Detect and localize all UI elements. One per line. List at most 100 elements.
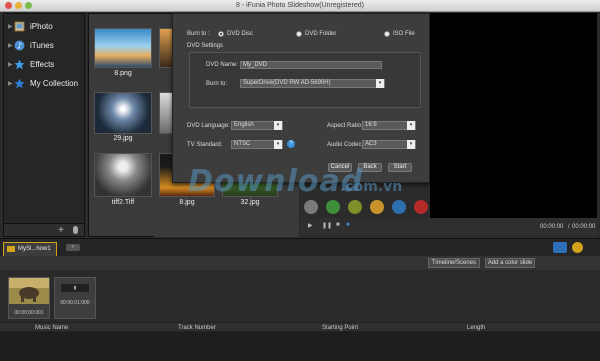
select-value: AC3: [365, 141, 377, 147]
timeline-scenes-button[interactable]: Timeline/Scenes: [428, 258, 480, 268]
clip-time: 00:00:00:001: [14, 310, 44, 316]
aspect-ratio-label: Aspect Ratio:: [327, 123, 363, 129]
chevron-down-icon: ▾: [407, 121, 415, 130]
dvd-settings-group: DVD Name: My_DVD Burn to: SuperDrive(DVD…: [189, 52, 421, 108]
microphone-icon[interactable]: [73, 226, 78, 234]
stop-icon[interactable]: ■: [336, 222, 340, 228]
color-swatch[interactable]: [326, 200, 340, 214]
media-caption: 8.png: [114, 70, 132, 77]
radio-button[interactable]: [218, 31, 224, 37]
sidebar-item-label: iTunes: [30, 40, 54, 50]
radio-button[interactable]: [384, 31, 390, 37]
total-time: 00:00:00: [572, 224, 596, 230]
select-value: SuperDrive(DVD RW AD-5690H): [243, 80, 331, 86]
radio-dvd-folder[interactable]: DVD Folder: [296, 31, 336, 37]
add-collection-button[interactable]: +: [58, 225, 64, 236]
sidebar-item-iphoto[interactable]: ▶ iPhoto: [8, 19, 84, 33]
media-caption: tiff2.Tiff: [111, 199, 135, 206]
chevron-down-icon: ▾: [376, 79, 384, 88]
dvd-name-label: DVD Name:: [206, 62, 239, 68]
tab-label: MySl...how1: [18, 246, 51, 252]
music-table-header: Music Name Track Number Starting Point L…: [0, 322, 600, 332]
window-title: 8 - iFunia Photo Slideshow(Unregistered): [235, 2, 364, 9]
tv-standard-label: TV Standard:: [187, 142, 223, 148]
timeline: 00:00:00:001 ▮ 00:00:01:000: [0, 270, 600, 322]
media-caption: 29.jpg: [113, 135, 133, 142]
radio-label: DVD Disc: [227, 31, 254, 37]
play-icon[interactable]: ▶: [308, 222, 313, 229]
settings-toggle-button[interactable]: [553, 242, 567, 253]
color-swatch[interactable]: [348, 200, 362, 214]
timeline-clip[interactable]: 00:00:00:001: [8, 277, 50, 319]
sidebar-item-my-collection[interactable]: ▶ My Collection: [8, 76, 84, 90]
color-swatch[interactable]: [304, 200, 318, 214]
chevron-down-icon: ▾: [274, 121, 282, 130]
column-music-name: Music Name: [35, 325, 69, 331]
media-caption: 8.jpg: [179, 199, 195, 206]
sidebar: ▶ iPhoto ▶ ♪ iTunes ▶ Effects ▶ My Colle…: [3, 13, 85, 237]
radio-label: ISO File: [393, 31, 415, 37]
media-thumbnail[interactable]: [94, 92, 152, 134]
tv-standard-select[interactable]: NTSC ▾: [231, 140, 283, 149]
sidebar-item-itunes[interactable]: ▶ ♪ iTunes: [8, 38, 84, 52]
select-value: English: [234, 122, 254, 128]
sidebar-toolbar: +: [4, 223, 84, 236]
timeline-transition[interactable]: ▮ 00:00:01:000: [54, 277, 96, 319]
title-bar: 8 - iFunia Photo Slideshow(Unregistered): [0, 0, 600, 12]
dvd-language-label: DVD Language:: [187, 123, 230, 129]
sidebar-item-label: Effects: [30, 59, 55, 69]
preview-pane: [430, 13, 597, 218]
chevron-down-icon: ▾: [407, 140, 415, 149]
radio-iso-file[interactable]: ISO File: [384, 31, 415, 37]
player-controls: ▶ ❚❚ ■ ● 00:00:00 / 00:00:00: [300, 218, 597, 236]
sidebar-item-label: My Collection: [30, 78, 79, 88]
slideshow-icon: [7, 246, 15, 252]
volume-icon[interactable]: ●: [346, 221, 350, 228]
burn-to-device-select[interactable]: SuperDrive(DVD RW AD-5690H) ▾: [240, 79, 385, 88]
music-list[interactable]: [0, 332, 600, 361]
project-tab[interactable]: MySl...how1: [3, 242, 57, 257]
column-track-number: Track Number: [178, 325, 216, 331]
dvd-settings-label: DVD Settings: [187, 43, 224, 49]
chevron-down-icon: ▾: [274, 140, 282, 149]
media-thumbnail[interactable]: [94, 28, 152, 68]
radio-dvd-disc[interactable]: DVD Disc: [218, 31, 253, 37]
svg-text:♪: ♪: [17, 41, 22, 50]
radio-button[interactable]: [296, 31, 302, 37]
media-caption: 32.jpg: [240, 199, 260, 206]
select-value: NTSC: [234, 141, 251, 147]
media-thumbnail[interactable]: [94, 153, 152, 197]
project-tab-bar: MySl...how1 +: [0, 238, 600, 257]
add-tab-button[interactable]: +: [66, 244, 80, 251]
color-swatch[interactable]: [370, 200, 384, 214]
dvd-language-select[interactable]: English ▾: [231, 121, 283, 130]
color-swatch[interactable]: [392, 200, 406, 214]
sidebar-item-label: iPhoto: [30, 21, 53, 31]
help-icon[interactable]: ?: [287, 140, 295, 148]
time-separator: /: [568, 224, 570, 230]
pause-icon[interactable]: ❚❚: [322, 222, 332, 229]
transition-icon: ▮: [61, 284, 89, 292]
burn-dialog: Burn to : DVD Disc DVD Folder ISO File D…: [172, 13, 430, 183]
iphoto-icon: [14, 21, 25, 32]
star-icon: [14, 78, 25, 89]
dvd-name-field[interactable]: My_DVD: [240, 61, 382, 69]
column-starting-point: Starting Point: [322, 325, 359, 331]
itunes-icon: ♪: [14, 40, 25, 51]
timeline-toolbar: Timeline/Scenes Add a color slide: [0, 256, 600, 270]
aspect-ratio-select[interactable]: 16:9 ▾: [362, 121, 416, 130]
sidebar-item-effects[interactable]: ▶ Effects: [8, 57, 84, 71]
burn-to-device-label: Burn to:: [206, 81, 228, 87]
start-button[interactable]: Start: [388, 163, 412, 172]
select-value: 16:9: [365, 122, 377, 128]
add-color-slide-button[interactable]: Add a color slide: [485, 258, 535, 268]
audio-codec-select[interactable]: AC3 ▾: [362, 140, 416, 149]
burn-to-label: Burn to :: [187, 31, 210, 37]
color-swatch[interactable]: [414, 200, 428, 214]
watermark: Download: [188, 164, 364, 199]
current-time: 00:00:00: [540, 224, 564, 230]
column-length: Length: [467, 325, 486, 331]
clip-time: 00:00:01:000: [60, 300, 90, 306]
burn-disc-icon[interactable]: [572, 242, 583, 253]
elephant-thumbnail: [9, 278, 49, 304]
